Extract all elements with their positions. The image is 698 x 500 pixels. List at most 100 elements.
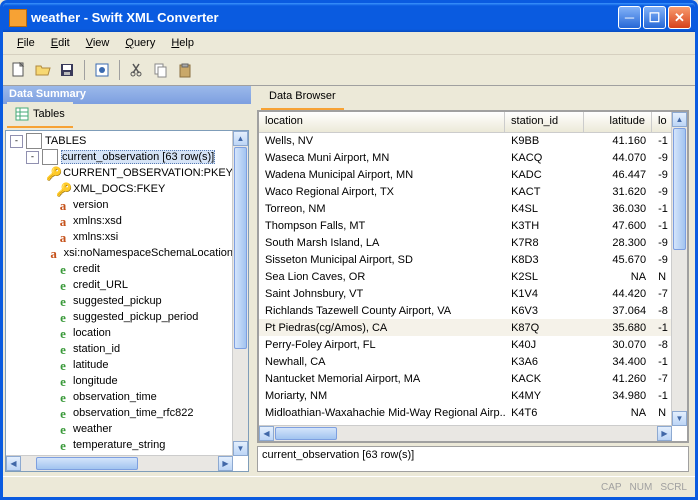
table-row[interactable]: Saint Johnsbury, VTK1V444.420-7	[259, 285, 672, 302]
close-button[interactable]: ✕	[668, 6, 691, 29]
scroll-thumb[interactable]	[36, 457, 138, 470]
cell-latitude: 44.070	[585, 151, 653, 165]
table-row[interactable]: Perry-Foley Airport, FLK40J30.070-8	[259, 336, 672, 353]
cell-location: Saint Johnsbury, VT	[259, 287, 505, 301]
table-row[interactable]: Waco Regional Airport, TXKACT31.620-9	[259, 183, 672, 200]
menu-view[interactable]: View	[78, 35, 118, 51]
minimize-button[interactable]: ─	[618, 6, 641, 29]
table-row[interactable]: Waseca Muni Airport, MNKACQ44.070-9	[259, 149, 672, 166]
table-row[interactable]: South Marsh Island, LAK7R828.300-9	[259, 234, 672, 251]
tree-field-longitude[interactable]: elongitude	[42, 373, 233, 389]
tree-field-credit[interactable]: ecredit	[42, 261, 233, 277]
tree-field-version[interactable]: aversion	[42, 197, 233, 213]
col-longitude[interactable]: lo	[652, 112, 672, 132]
scroll-up-icon[interactable]: ▲	[672, 112, 687, 127]
table-row[interactable]: Wells, NVK9BB41.160-1	[259, 132, 672, 149]
grid-header: location station_id latitude lo	[259, 112, 672, 133]
cell-latitude: 31.620	[585, 185, 653, 199]
tree-field-xmlnsxsd[interactable]: axmlns:xsd	[42, 213, 233, 229]
key-icon: 🔑	[56, 182, 70, 196]
element-icon: e	[56, 374, 70, 388]
menu-help[interactable]: Help	[163, 35, 202, 51]
tree-field-obs-time-rfc[interactable]: eobservation_time_rfc822	[42, 405, 233, 421]
table-row[interactable]: Sea Lion Caves, ORK2SLNAN	[259, 268, 672, 285]
collapse-icon[interactable]: -	[26, 151, 39, 164]
table-row[interactable]: Torreon, NMK4SL36.030-1	[259, 200, 672, 217]
tree-table-node[interactable]: -current_observation [63 row(s)]	[26, 149, 233, 165]
tree-field-location[interactable]: elocation	[42, 325, 233, 341]
table-row[interactable]: Richlands Tazewell County Airport, VAK6V…	[259, 302, 672, 319]
copy-button[interactable]	[151, 60, 171, 80]
scroll-thumb[interactable]	[673, 128, 686, 250]
table-row[interactable]: Nantucket Memorial Airport, MAKACK41.260…	[259, 370, 672, 387]
scroll-left-icon[interactable]: ◀	[259, 426, 274, 441]
new-button[interactable]	[9, 60, 29, 80]
tree-field-weather[interactable]: eweather	[42, 421, 233, 437]
tree-hscrollbar[interactable]: ◀ ▶	[6, 455, 233, 471]
scroll-thumb[interactable]	[234, 147, 247, 349]
col-latitude[interactable]: latitude	[584, 112, 652, 132]
tree-field-sugg-pickup[interactable]: esuggested_pickup	[42, 293, 233, 309]
table-row[interactable]: Sisseton Municipal Airport, SDK8D345.670…	[259, 251, 672, 268]
cell-longitude: -9	[652, 236, 672, 250]
tree-field-xsinns[interactable]: axsi:noNamespaceSchemaLocation	[42, 245, 233, 261]
tree-field-temp-string[interactable]: etemperature_string	[42, 437, 233, 453]
tree-field-fkey[interactable]: 🔑XML_DOCS:FKEY	[42, 181, 233, 197]
tree-field-obs-time[interactable]: eobservation_time	[42, 389, 233, 405]
save-button[interactable]	[57, 60, 77, 80]
cell-station: KACQ	[505, 151, 584, 165]
tab-tables[interactable]: Tables	[7, 102, 73, 128]
tree-root[interactable]: -TABLES	[10, 133, 233, 149]
col-location[interactable]: location	[259, 112, 505, 132]
tree-field-sugg-pickup-period[interactable]: esuggested_pickup_period	[42, 309, 233, 325]
cell-location: Waco Regional Airport, TX	[259, 185, 505, 199]
tree-field-credit-url[interactable]: ecredit_URL	[42, 277, 233, 293]
cell-location: Wadena Municipal Airport, MN	[259, 168, 505, 182]
tree-field-latitude[interactable]: elatitude	[42, 357, 233, 373]
element-icon: e	[56, 294, 70, 308]
cell-station: K7R8	[505, 236, 584, 250]
paste-button[interactable]	[175, 60, 195, 80]
element-icon: e	[56, 438, 70, 452]
scroll-right-icon[interactable]: ▶	[218, 456, 233, 471]
element-icon: e	[56, 406, 70, 420]
menu-file[interactable]: File	[9, 35, 43, 51]
table-row[interactable]: Newhall, CAK3A634.400-1	[259, 353, 672, 370]
scroll-down-icon[interactable]: ▼	[233, 441, 248, 456]
tree-field-pkey[interactable]: 🔑CURRENT_OBSERVATION:PKEY	[42, 165, 233, 181]
table-row[interactable]: Midloathian-Waxahachie Mid-Way Regional …	[259, 404, 672, 421]
grid-vscrollbar[interactable]: ▲ ▼	[671, 112, 687, 426]
cell-station: K9BB	[505, 134, 584, 148]
maximize-button[interactable]: ☐	[643, 6, 666, 29]
menu-query[interactable]: Query	[117, 35, 163, 51]
left-panel: Data Summary Tables -TABLES -current_obs…	[3, 86, 251, 472]
table-row[interactable]: Moriarty, NMK4MY34.980-1	[259, 387, 672, 404]
grid-hscrollbar[interactable]: ◀ ▶	[259, 425, 672, 441]
import-button[interactable]	[92, 60, 112, 80]
scroll-right-icon[interactable]: ▶	[657, 426, 672, 441]
table-row[interactable]: Thompson Falls, MTK3TH47.600-1	[259, 217, 672, 234]
attribute-icon: a	[47, 246, 61, 260]
scroll-thumb[interactable]	[275, 427, 337, 440]
col-station-id[interactable]: station_id	[505, 112, 584, 132]
scroll-left-icon[interactable]: ◀	[6, 456, 21, 471]
tree-vscrollbar[interactable]: ▲ ▼	[232, 131, 248, 456]
cut-button[interactable]	[127, 60, 147, 80]
cell-station: K4T6	[505, 406, 584, 420]
open-button[interactable]	[33, 60, 53, 80]
cell-longitude: -1	[652, 134, 672, 148]
tab-data-browser[interactable]: Data Browser	[261, 86, 344, 110]
table-row[interactable]: Pt Piedras(cg/Amos), CAK87Q35.680-1	[259, 319, 672, 336]
menu-edit[interactable]: Edit	[43, 35, 78, 51]
cell-latitude: 35.680	[585, 321, 653, 335]
collapse-icon[interactable]: -	[10, 135, 23, 148]
scroll-up-icon[interactable]: ▲	[233, 131, 248, 146]
cell-latitude: NA	[585, 270, 653, 284]
scroll-down-icon[interactable]: ▼	[672, 411, 687, 426]
cell-location: Moriarty, NM	[259, 389, 505, 403]
cell-latitude: 41.260	[585, 372, 653, 386]
tree-field-station-id[interactable]: estation_id	[42, 341, 233, 357]
table-row[interactable]: Wadena Municipal Airport, MNKADC46.447-9	[259, 166, 672, 183]
tree-field-xmlnsxsi[interactable]: axmlns:xsi	[42, 229, 233, 245]
cell-longitude: -8	[652, 338, 672, 352]
